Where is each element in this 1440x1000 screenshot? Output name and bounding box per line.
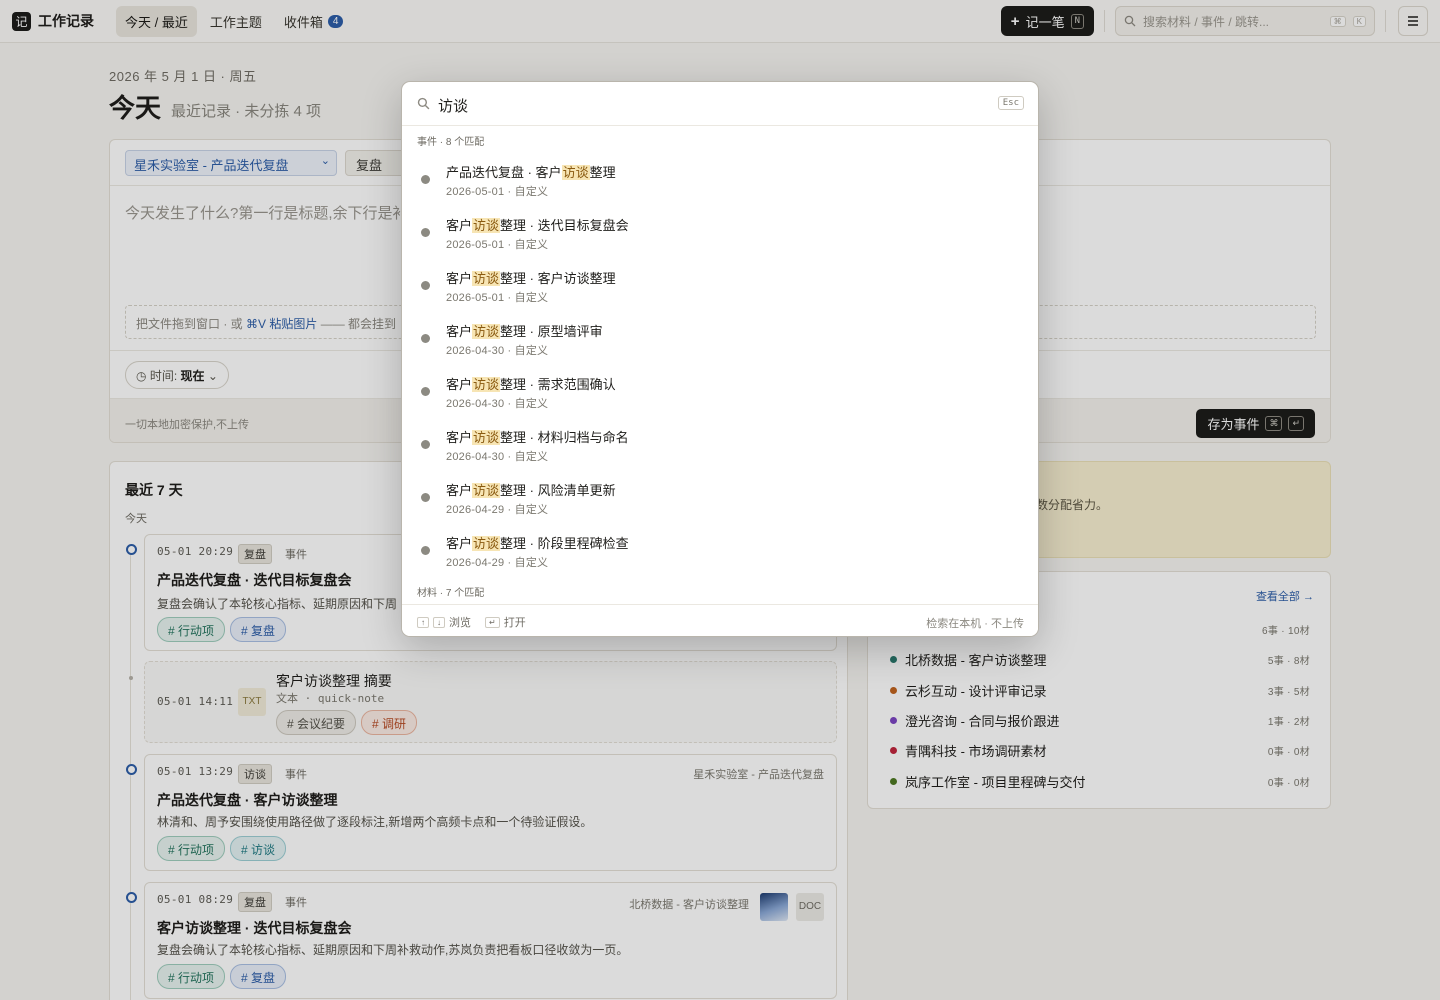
result-meta: 2026-04-29 · 自定义 bbox=[446, 557, 549, 569]
result-highlight: 访谈 bbox=[472, 271, 501, 286]
result-title-post: 整理 · 原型墙评审 bbox=[500, 324, 603, 339]
search-result-item[interactable]: 客户访谈整理 · 需求范围确认 2026-04-30 · 自定义 bbox=[402, 364, 1038, 417]
result-dot bbox=[421, 334, 430, 343]
result-meta: 2026-04-30 · 自定义 bbox=[446, 398, 549, 410]
result-highlight: 访谈 bbox=[472, 536, 501, 551]
result-highlight: 访谈 bbox=[561, 165, 590, 180]
result-title-pre: 客户 bbox=[446, 218, 473, 233]
result-title: 客户访谈整理 · 需求范围确认 bbox=[446, 374, 616, 393]
arrow-up-key: ↑ bbox=[417, 616, 429, 628]
result-title-post: 整理 · 需求范围确认 bbox=[500, 377, 616, 392]
result-meta: 2026-05-01 · 自定义 bbox=[446, 292, 549, 304]
result-title-pre: 客户 bbox=[446, 271, 473, 286]
result-title-pre: 客户 bbox=[446, 377, 473, 392]
result-dot bbox=[421, 175, 430, 184]
arrow-down-key: ↓ bbox=[433, 616, 445, 628]
result-title: 产品迭代复盘 · 客户访谈整理 bbox=[446, 162, 616, 181]
result-dot bbox=[421, 440, 430, 449]
result-title-pre: 产品迭代复盘 · 客户 bbox=[446, 165, 562, 180]
section-events-header: 事件 · 8 个匹配 bbox=[417, 137, 485, 148]
result-title: 客户访谈整理 · 迭代目标复盘会 bbox=[446, 215, 629, 234]
result-title: 客户访谈整理 · 材料归档与命名 bbox=[446, 427, 629, 446]
result-title-pre: 客户 bbox=[446, 430, 473, 445]
result-title-post: 整理 · 客户访谈整理 bbox=[500, 271, 616, 286]
result-dot bbox=[421, 228, 430, 237]
search-result-item[interactable]: 产品迭代复盘 · 客户访谈整理 2026-05-01 · 自定义 bbox=[402, 152, 1038, 205]
palette-footer: ↑ ↓ 浏览 ↵ 打开 检索在本机 · 不上传 bbox=[402, 604, 1038, 636]
local-search-note: 检索在本机 · 不上传 bbox=[926, 618, 1024, 630]
command-palette: 访谈 Esc 事件 · 8 个匹配 产品迭代复盘 · 客户访谈整理 2026-05… bbox=[401, 81, 1039, 637]
result-meta: 2026-05-01 · 自定义 bbox=[446, 186, 549, 198]
result-title-post: 整理 · 阶段里程碑检查 bbox=[500, 536, 629, 551]
result-meta: 2026-04-30 · 自定义 bbox=[446, 451, 549, 463]
result-title: 客户访谈整理 · 阶段里程碑检查 bbox=[446, 533, 629, 552]
search-result-item[interactable]: 客户访谈整理 · 材料归档与命名 2026-04-30 · 自定义 bbox=[402, 417, 1038, 470]
result-meta: 2026-04-30 · 自定义 bbox=[446, 345, 549, 357]
result-title-post: 整理 bbox=[589, 165, 616, 180]
result-meta: 2026-05-01 · 自定义 bbox=[446, 239, 549, 251]
result-title: 客户访谈整理 · 客户访谈整理 bbox=[446, 268, 616, 287]
open-hint: 打开 bbox=[503, 617, 526, 629]
palette-search-bar: 访谈 Esc bbox=[402, 82, 1038, 126]
result-title: 客户访谈整理 · 风险清单更新 bbox=[446, 480, 616, 499]
result-title-post: 整理 · 迭代目标复盘会 bbox=[500, 218, 629, 233]
result-highlight: 访谈 bbox=[472, 324, 501, 339]
enter-key: ↵ bbox=[485, 616, 500, 628]
browse-hint: 浏览 bbox=[449, 617, 471, 629]
result-title-post: 整理 · 风险清单更新 bbox=[500, 483, 616, 498]
result-highlight: 访谈 bbox=[472, 218, 501, 233]
section-materials-header: 材料 · 7 个匹配 bbox=[417, 588, 485, 599]
result-highlight: 访谈 bbox=[472, 377, 501, 392]
result-title-pre: 客户 bbox=[446, 483, 473, 498]
result-title-pre: 客户 bbox=[446, 324, 473, 339]
search-icon bbox=[417, 97, 430, 110]
result-dot bbox=[421, 387, 430, 396]
result-highlight: 访谈 bbox=[472, 483, 501, 498]
result-title-post: 整理 · 材料归档与命名 bbox=[500, 430, 629, 445]
result-meta: 2026-04-29 · 自定义 bbox=[446, 504, 549, 516]
palette-search-input[interactable]: 访谈 bbox=[438, 95, 468, 116]
escape-key-hint[interactable]: Esc bbox=[997, 96, 1024, 110]
result-dot bbox=[421, 493, 430, 502]
result-dot bbox=[421, 546, 430, 555]
result-title: 客户访谈整理 · 原型墙评审 bbox=[446, 321, 603, 340]
search-result-item[interactable]: 客户访谈整理 · 风险清单更新 2026-04-29 · 自定义 bbox=[402, 470, 1038, 523]
result-highlight: 访谈 bbox=[472, 430, 501, 445]
result-title-pre: 客户 bbox=[446, 536, 473, 551]
search-result-item[interactable]: 客户访谈整理 · 原型墙评审 2026-04-30 · 自定义 bbox=[402, 311, 1038, 364]
search-result-item[interactable]: 客户访谈整理 · 迭代目标复盘会 2026-05-01 · 自定义 bbox=[402, 205, 1038, 258]
search-result-item[interactable]: 客户访谈整理 · 客户访谈整理 2026-05-01 · 自定义 bbox=[402, 258, 1038, 311]
search-result-item[interactable]: 客户访谈整理 · 阶段里程碑检查 2026-04-29 · 自定义 bbox=[402, 523, 1038, 576]
result-dot bbox=[421, 281, 430, 290]
